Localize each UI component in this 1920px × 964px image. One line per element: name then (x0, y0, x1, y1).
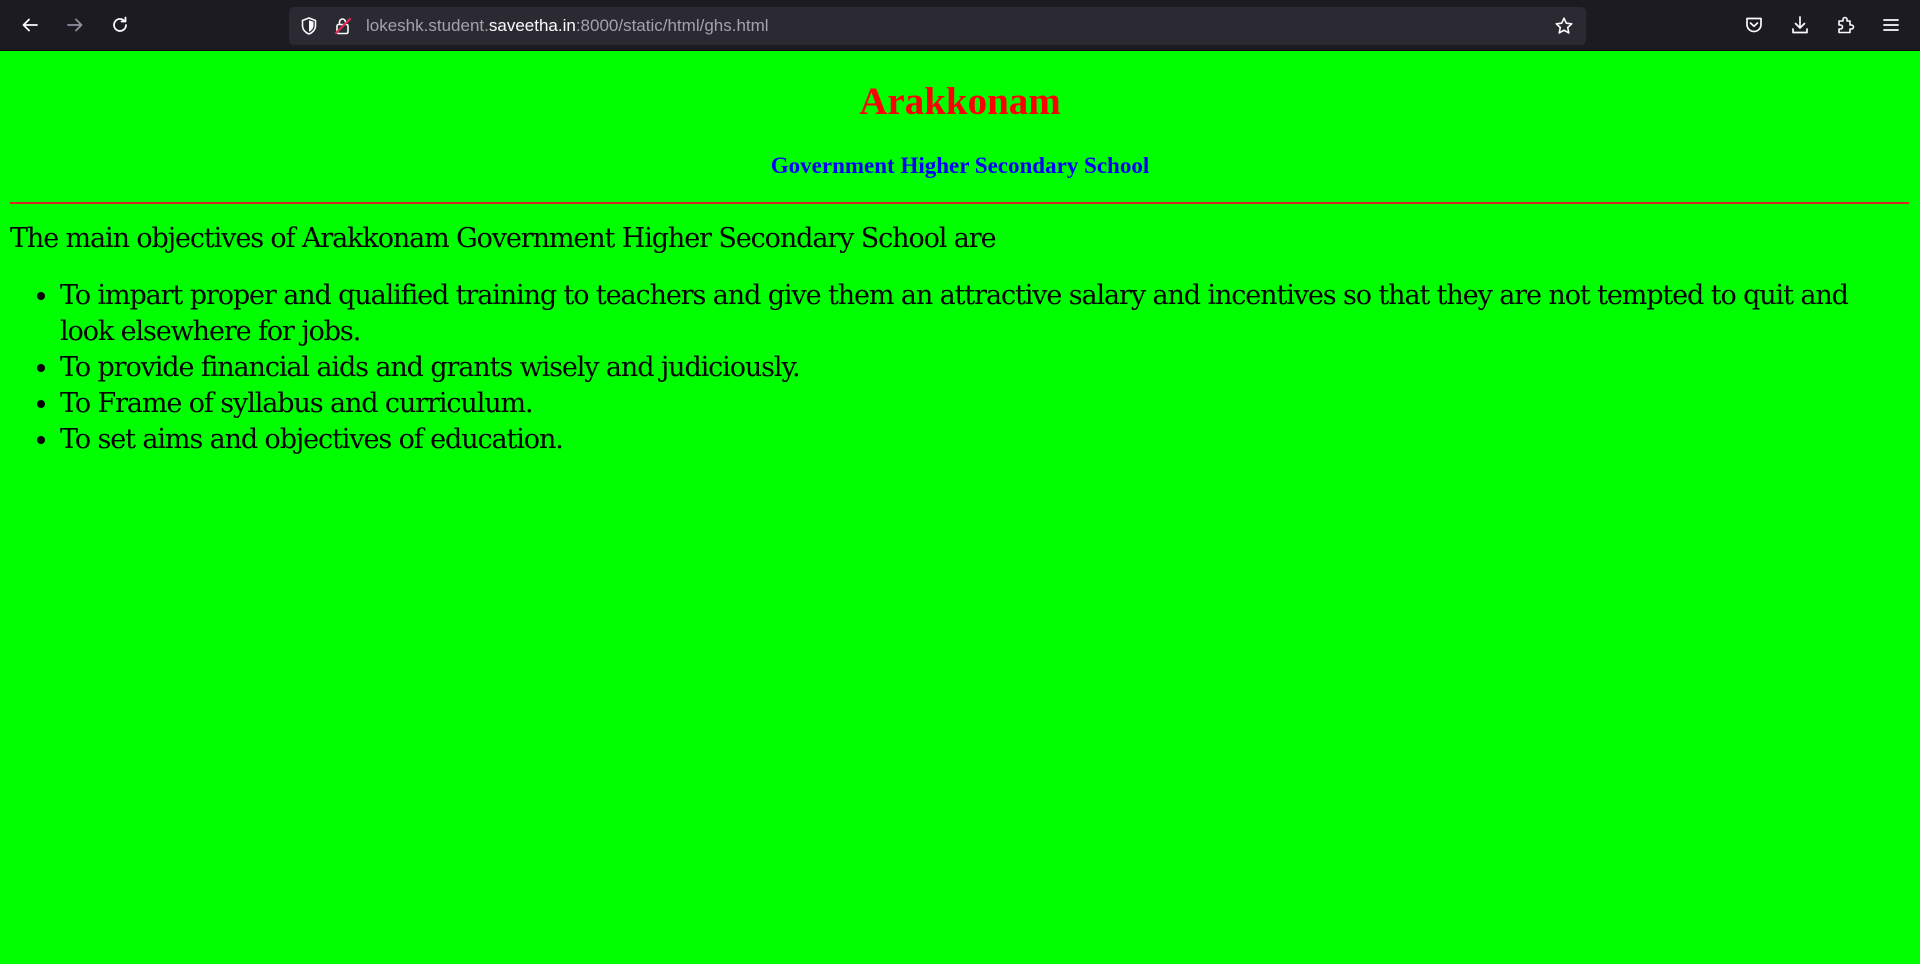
list-item: To impart proper and qualified training … (60, 278, 1890, 350)
intro-text: The main objectives of Arakkonam Governm… (10, 223, 997, 254)
forward-arrow-icon (67, 18, 83, 32)
page-subtitle: Government Higher Secondary School (770, 153, 1150, 178)
reload-icon (113, 16, 127, 32)
address-bar[interactable]: lokeshk.student.saveetha.in:8000/static/… (289, 7, 1586, 45)
forward-button[interactable] (59, 9, 91, 41)
download-icon[interactable] (1789, 14, 1811, 36)
divider (10, 202, 1909, 204)
pocket-icon[interactable] (1743, 14, 1765, 36)
url-suffix: :8000/static/html/ghs.html (575, 16, 769, 35)
url-text[interactable]: lokeshk.student.saveetha.in:8000/static/… (366, 16, 769, 36)
url-domain: saveetha.in (488, 16, 576, 35)
insecure-lock-icon[interactable] (333, 16, 353, 36)
browser-toolbar: lokeshk.student.saveetha.in:8000/static/… (0, 0, 1920, 51)
page-content: Arakkonam Government Higher Secondary Sc… (0, 51, 1920, 964)
list-item: To set aims and objectives of education. (60, 422, 1890, 458)
list-item: To Frame of syllabus and curriculum. (60, 386, 1890, 422)
puzzle-icon[interactable] (1835, 14, 1857, 36)
hamburger-menu-icon[interactable] (1880, 14, 1902, 36)
url-prefix: lokeshk.student. (366, 16, 489, 35)
back-arrow-icon (22, 18, 38, 32)
reload-button[interactable] (104, 9, 136, 41)
list-item: To provide financial aids and grants wis… (60, 350, 1890, 386)
objectives-list: To impart proper and qualified training … (10, 278, 1890, 458)
back-button[interactable] (14, 9, 46, 41)
star-icon[interactable] (1554, 16, 1574, 36)
page-title: Arakkonam (859, 80, 1061, 123)
shield-icon[interactable] (299, 16, 319, 36)
